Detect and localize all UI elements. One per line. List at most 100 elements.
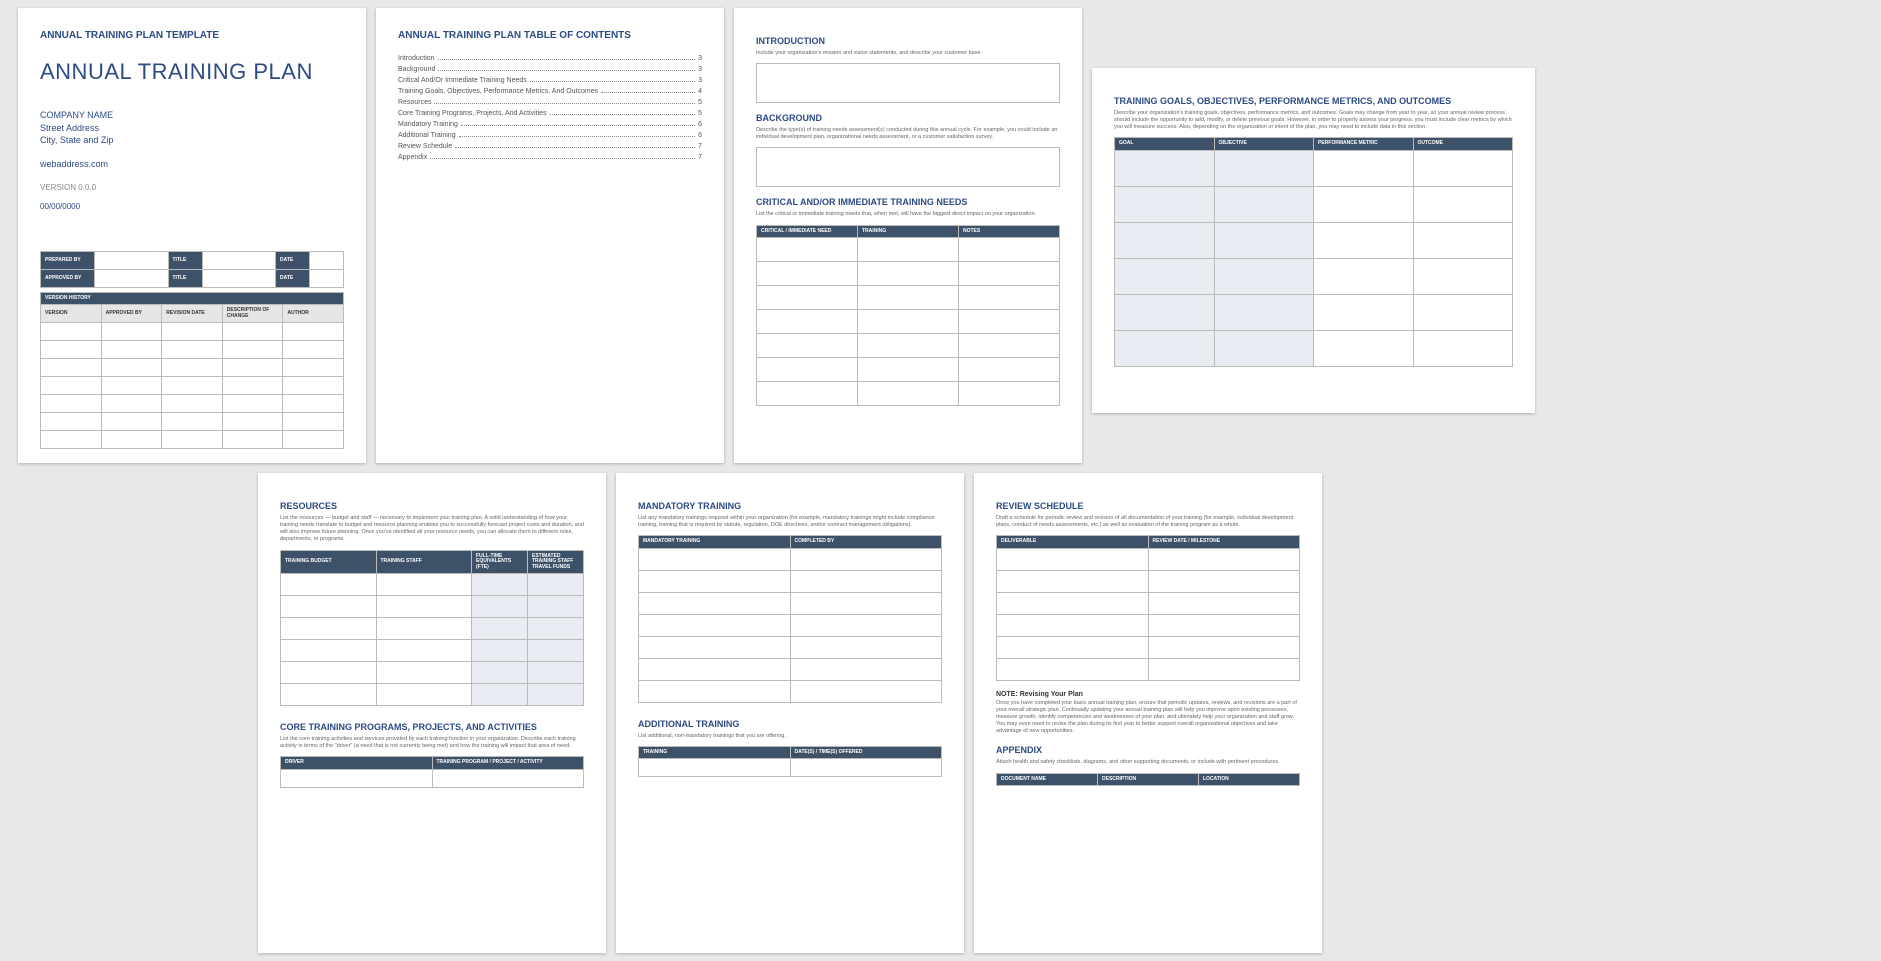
table-row: [1115, 150, 1513, 186]
table-row: [639, 614, 942, 636]
table-row: [281, 640, 584, 662]
core-training-heading: CORE TRAINING PROGRAMS, PROJECTS, AND AC…: [280, 722, 584, 732]
table-row: [1115, 258, 1513, 294]
table-row: [1115, 330, 1513, 366]
toc-item-label: Core Training Programs, Projects, And Ac…: [398, 110, 547, 117]
toc-item[interactable]: Mandatory Training6: [398, 121, 702, 128]
title-label: TITLE: [168, 269, 202, 287]
appendix-table: DOCUMENT NAME DESCRIPTION LOCATION: [996, 773, 1300, 787]
col-deliverable: DELIVERABLE: [997, 536, 1149, 549]
goals-heading: TRAINING GOALS, OBJECTIVES, PERFORMANCE …: [1114, 96, 1513, 106]
title-cell[interactable]: [202, 251, 276, 269]
table-header-row: DOCUMENT NAME DESCRIPTION LOCATION: [997, 773, 1300, 786]
col-driver: DRIVER: [281, 757, 433, 770]
table-row: [41, 323, 344, 341]
col-approved-by: APPROVED BY: [101, 305, 162, 323]
col-notes: NOTES: [959, 225, 1060, 238]
version-line: VERSION 0.0.0: [40, 183, 344, 192]
toc-item[interactable]: Background 3: [398, 66, 702, 73]
col-completed-by: COMPLETED BY: [790, 536, 942, 549]
toc-item[interactable]: Review Schedule 7: [398, 143, 702, 150]
additional-desc: List additional, non-mandatory trainings…: [638, 733, 942, 740]
template-header: ANNUAL TRAINING PLAN TEMPLATE: [40, 30, 344, 41]
col-metric: PERFORMANCE METRIC: [1314, 138, 1414, 151]
table-row: [639, 636, 942, 658]
col-objective: OBJECTIVE: [1214, 138, 1314, 151]
toc-item[interactable]: Training Goals, Objectives, Performance …: [398, 88, 702, 95]
toc-leader-dots: [430, 158, 695, 159]
review-table: DELIVERABLE REVIEW DATE / MILESTONE: [996, 535, 1300, 681]
introduction-input[interactable]: [756, 63, 1060, 103]
page-1-cover: ANNUAL TRAINING PLAN TEMPLATE ANNUAL TRA…: [18, 8, 366, 463]
prepared-by-cell[interactable]: [95, 251, 169, 269]
toc-item-page: 3: [698, 66, 702, 73]
table-row: [997, 636, 1300, 658]
core-training-desc: List the core training activities and se…: [280, 736, 584, 750]
table-row: [41, 341, 344, 359]
table-row: [1115, 294, 1513, 330]
toc-item-page: 3: [698, 55, 702, 62]
col-budget: TRAINING BUDGET: [281, 550, 377, 574]
additional-table: TRAINING DATE(S) / TIME(S) OFFERED: [638, 746, 942, 778]
table-row: [639, 658, 942, 680]
toc-item[interactable]: Appendix7: [398, 154, 702, 161]
table-row: [997, 658, 1300, 680]
date-line: 00/00/0000: [40, 202, 344, 211]
toc-item-label: Training Goals, Objectives, Performance …: [398, 88, 598, 95]
table-row: [281, 662, 584, 684]
toc-item[interactable]: Critical And/Or Immediate Training Needs…: [398, 77, 702, 84]
col-travel: ESTIMATED TRAINING STAFF TRAVEL FUNDS: [528, 550, 584, 574]
col-revision-date: REVISION DATE: [162, 305, 223, 323]
table-row: [41, 413, 344, 431]
table-row: [997, 570, 1300, 592]
toc-item-label: Review Schedule: [398, 143, 452, 150]
toc-leader-dots: [550, 114, 695, 115]
title-cell[interactable]: [202, 269, 276, 287]
table-header-row: MANDATORY TRAINING COMPLETED BY: [639, 536, 942, 549]
street-address: Street Address: [40, 122, 344, 135]
date-cell[interactable]: [310, 269, 344, 287]
toc-item-page: 7: [698, 143, 702, 150]
goals-table: GOAL OBJECTIVE PERFORMANCE METRIC OUTCOM…: [1114, 137, 1513, 367]
date-cell[interactable]: [310, 251, 344, 269]
table-row: [757, 334, 1060, 358]
prepared-approved-table: PREPARED BY TITLE DATE APPROVED BY TITLE…: [40, 251, 344, 288]
core-training-table: DRIVER TRAINING PROGRAM / PROJECT / ACTI…: [280, 756, 584, 788]
toc-item-label: Background: [398, 66, 435, 73]
col-training: TRAINING: [858, 225, 959, 238]
page-7-review: REVIEW SCHEDULE Draft a schedule for per…: [974, 473, 1322, 953]
review-heading: REVIEW SCHEDULE: [996, 501, 1300, 511]
table-row: [757, 358, 1060, 382]
table-row: [997, 548, 1300, 570]
prepared-by-label: PREPARED BY: [41, 251, 95, 269]
table-header-row: DELIVERABLE REVIEW DATE / MILESTONE: [997, 536, 1300, 549]
additional-heading: ADDITIONAL TRAINING: [638, 719, 942, 729]
version-history-header: VERSION HISTORY: [41, 292, 344, 305]
col-staff: TRAINING STAFF: [376, 550, 472, 574]
toc-item[interactable]: Additional Training6: [398, 132, 702, 139]
table-row: [639, 592, 942, 614]
col-doc-name: DOCUMENT NAME: [997, 773, 1098, 786]
approved-by-cell[interactable]: [95, 269, 169, 287]
resources-desc: List the resources — budget and staff — …: [280, 515, 584, 544]
date-label: DATE: [276, 269, 310, 287]
toc-item[interactable]: Introduction3: [398, 55, 702, 62]
page-2-toc: ANNUAL TRAINING PLAN TABLE OF CONTENTS I…: [376, 8, 724, 463]
table-row: [1115, 222, 1513, 258]
table-header-row: DRIVER TRAINING PROGRAM / PROJECT / ACTI…: [281, 757, 584, 770]
table-row: [757, 238, 1060, 262]
table-row: [41, 395, 344, 413]
table-header-row: VERSION APPROVED BY REVISION DATE DESCRI…: [41, 305, 344, 323]
goals-desc: Describe your organization's training go…: [1114, 110, 1513, 131]
table-row: [1115, 186, 1513, 222]
table-header-row: TRAINING DATE(S) / TIME(S) OFFERED: [639, 746, 942, 759]
table-row: [41, 377, 344, 395]
document-canvas: ANNUAL TRAINING PLAN TEMPLATE ANNUAL TRA…: [8, 8, 1873, 953]
background-input[interactable]: [756, 147, 1060, 187]
col-description: DESCRIPTION: [1098, 773, 1199, 786]
toc-item[interactable]: Resources5: [398, 99, 702, 106]
table-row: [639, 759, 942, 777]
col-version: VERSION: [41, 305, 102, 323]
toc-item[interactable]: Core Training Programs, Projects, And Ac…: [398, 110, 702, 117]
col-fte: FULL-TIME EQUIVALENTS (FTE): [472, 550, 528, 574]
